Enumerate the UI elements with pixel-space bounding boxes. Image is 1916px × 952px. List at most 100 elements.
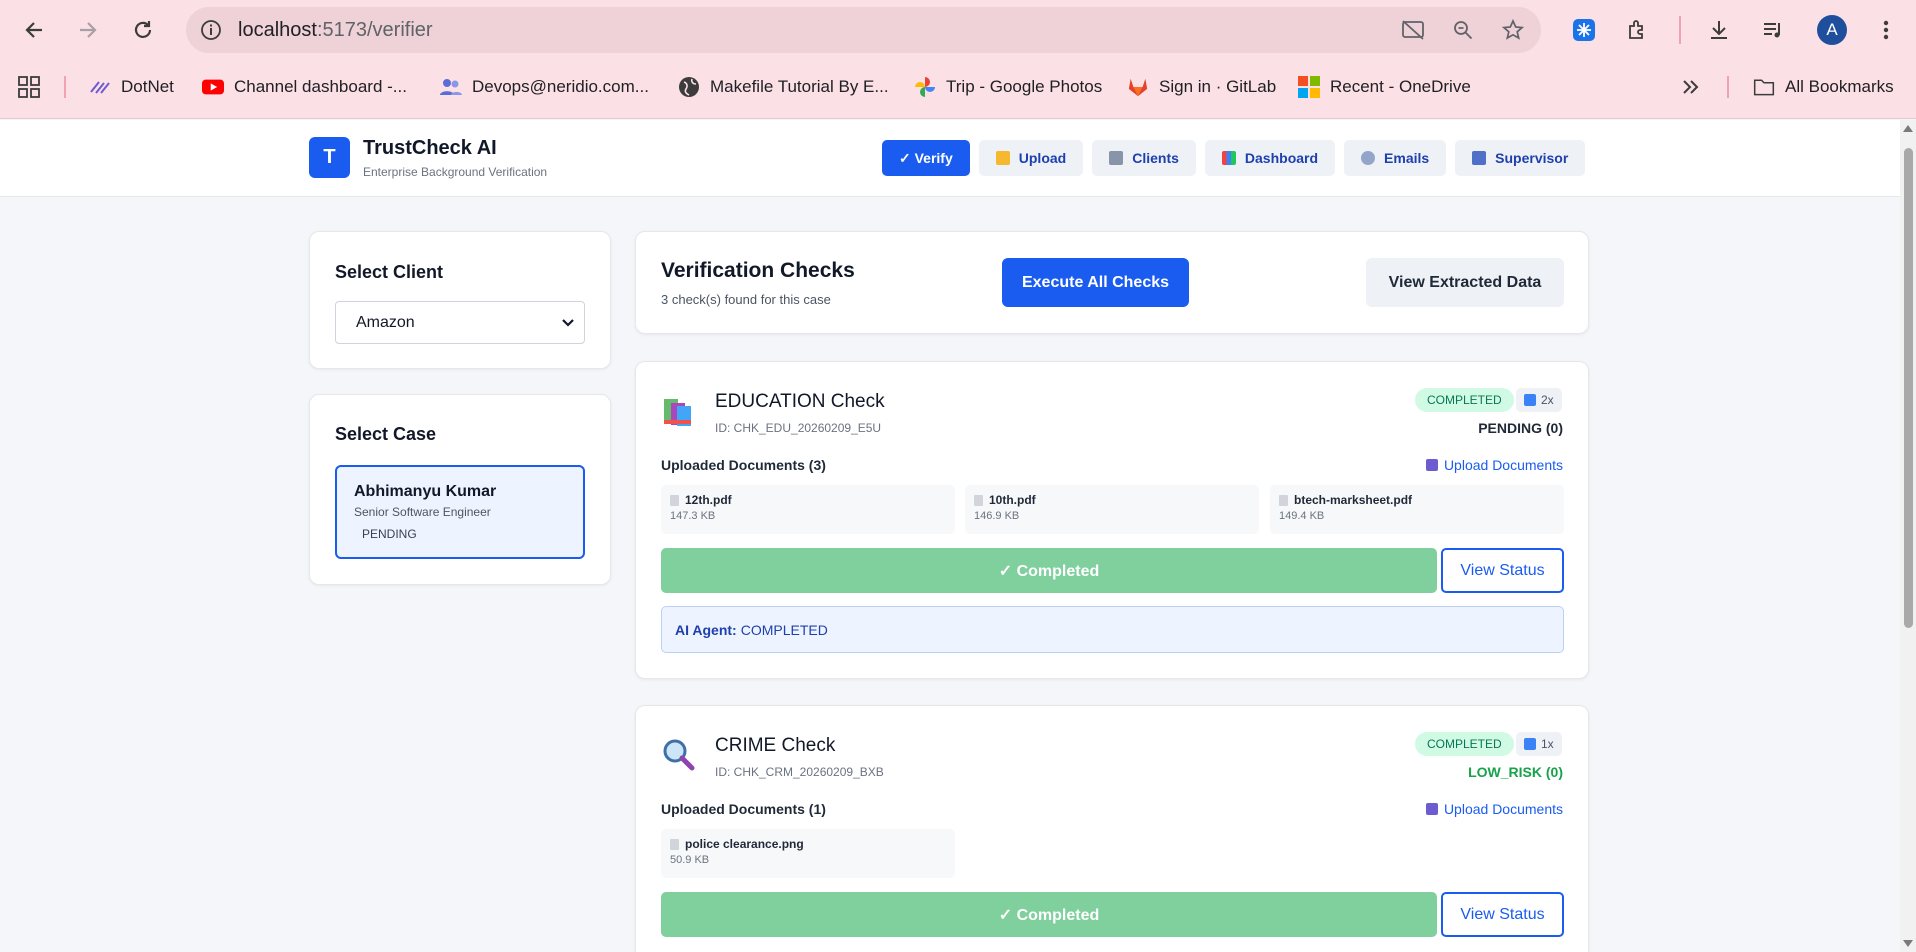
extensions-puzzle-icon[interactable]	[1620, 12, 1656, 48]
globe-icon	[678, 76, 700, 98]
zoom-icon[interactable]	[1449, 16, 1477, 44]
file-icon	[670, 838, 679, 850]
document-item[interactable]: btech-marksheet.pdf 149.4 KB	[1270, 485, 1564, 534]
main-nav: ✓ Verify Upload Clients Dashboard Emails…	[882, 140, 1586, 176]
attempts-badge: 1x	[1516, 732, 1562, 756]
upload-documents-link[interactable]: Upload Documents	[1425, 457, 1563, 473]
ai-agent-status: AI Agent: COMPLETED	[661, 606, 1564, 653]
supervisor-icon	[1472, 151, 1487, 165]
verification-checks-count: 3 check(s) found for this case	[661, 292, 831, 307]
nav-tab-dashboard[interactable]: Dashboard	[1204, 140, 1336, 176]
folder-icon	[995, 151, 1010, 165]
execute-all-checks-button[interactable]: Execute All Checks	[1002, 258, 1189, 307]
check-result: LOW_RISK (0)	[1468, 764, 1563, 780]
page-scrollbar[interactable]	[1900, 120, 1916, 952]
profile-avatar[interactable]: A	[1817, 15, 1847, 45]
bookmark-channel-dashboard[interactable]: Channel dashboard -...	[202, 68, 407, 106]
select-client-card: Select Client Amazon	[309, 231, 611, 369]
upload-documents-link[interactable]: Upload Documents	[1425, 801, 1563, 817]
scroll-down-arrow-icon[interactable]	[1903, 940, 1913, 947]
google-photos-icon	[914, 76, 936, 98]
select-case-card: Select Case Abhimanyu Kumar Senior Softw…	[309, 394, 611, 585]
apps-grid-icon[interactable]	[18, 68, 40, 106]
forward-button[interactable]	[70, 12, 106, 48]
media-control-icon[interactable]	[1755, 12, 1791, 48]
magnifying-glass-icon	[663, 739, 695, 771]
bar-chart-icon	[1221, 151, 1236, 165]
view-status-button[interactable]: View Status	[1441, 548, 1564, 593]
nav-tab-supervisor[interactable]: Supervisor	[1455, 140, 1586, 176]
check-result: PENDING (0)	[1478, 420, 1563, 436]
dotnet-icon	[89, 76, 111, 98]
education-check-card: EDUCATION Check ID: CHK_EDU_20260209_E5U…	[635, 361, 1589, 679]
nav-tab-verify[interactable]: ✓ Verify	[882, 140, 970, 176]
completed-button[interactable]: ✓ Completed	[661, 548, 1437, 593]
document-item[interactable]: police clearance.png 50.9 KB	[661, 829, 955, 878]
bookmarks-divider	[64, 76, 66, 98]
site-info-icon[interactable]	[198, 17, 224, 43]
bookmark-gitlab[interactable]: Sign in · GitLab	[1127, 68, 1276, 106]
check-id: ID: CHK_CRM_20260209_BXB	[715, 765, 884, 779]
case-name: Abhimanyu Kumar	[354, 483, 497, 500]
gitlab-icon	[1127, 76, 1149, 98]
downloads-icon[interactable]	[1701, 12, 1737, 48]
onedrive-icon	[1298, 76, 1320, 98]
cast-blocked-icon[interactable]	[1399, 16, 1427, 44]
bookmark-makefile-tutorial[interactable]: Makefile Tutorial By E...	[678, 68, 889, 106]
bookmarks-divider	[1727, 76, 1729, 98]
scroll-up-arrow-icon[interactable]	[1903, 125, 1913, 132]
case-status: PENDING	[362, 527, 417, 541]
bookmark-devops[interactable]: Devops@neridio.com...	[440, 68, 649, 106]
bookmark-onedrive[interactable]: Recent - OneDrive	[1298, 68, 1471, 106]
check-title: CRIME Check	[715, 735, 836, 756]
app-subtitle: Enterprise Background Verification	[363, 165, 548, 179]
address-bar[interactable]: localhost:5173/verifier	[186, 7, 1541, 53]
app-header: T TrustCheck AI Enterprise Background Ve…	[0, 120, 1900, 197]
toolbar-divider	[1679, 16, 1681, 44]
uploaded-documents-label: Uploaded Documents (1)	[661, 801, 826, 817]
url-text[interactable]: localhost:5173/verifier	[238, 19, 433, 42]
status-badge: COMPLETED	[1415, 732, 1514, 756]
building-icon	[1109, 151, 1124, 165]
attempts-badge: 2x	[1516, 388, 1562, 412]
app-logo: T	[309, 137, 350, 178]
back-arrow-icon	[25, 22, 42, 38]
view-status-button[interactable]: View Status	[1441, 892, 1564, 937]
browser-chrome: localhost:5173/verifier A DotNet Channel…	[0, 0, 1916, 119]
nav-tab-clients[interactable]: Clients	[1092, 140, 1196, 176]
scroll-thumb[interactable]	[1904, 148, 1913, 628]
view-extracted-data-button[interactable]: View Extracted Data	[1366, 258, 1564, 307]
file-icon	[974, 494, 983, 506]
client-select[interactable]: Amazon	[335, 301, 585, 344]
document-item[interactable]: 10th.pdf 146.9 KB	[965, 485, 1259, 534]
bookmark-google-photos[interactable]: Trip - Google Photos	[914, 68, 1102, 106]
more-bookmarks-chevron-icon[interactable]	[1682, 68, 1700, 106]
nav-tab-upload[interactable]: Upload	[978, 140, 1084, 176]
reload-button[interactable]	[125, 12, 161, 48]
refresh-icon	[1524, 738, 1536, 750]
bookmarks-bar: DotNet Channel dashboard -... Devops@ner…	[0, 68, 1916, 106]
select-client-heading: Select Client	[335, 262, 444, 282]
upload-icon	[1425, 803, 1438, 815]
select-case-heading: Select Case	[335, 424, 437, 444]
document-item[interactable]: 12th.pdf 147.3 KB	[661, 485, 955, 534]
nav-tab-emails[interactable]: Emails	[1344, 140, 1447, 176]
people-icon	[440, 76, 462, 98]
completed-button[interactable]: ✓ Completed	[661, 892, 1437, 937]
extension-snowflake-icon[interactable]	[1566, 12, 1602, 48]
back-button[interactable]	[16, 12, 52, 48]
refresh-icon	[1524, 394, 1536, 406]
status-badge: COMPLETED	[1415, 388, 1514, 412]
all-bookmarks-button[interactable]: All Bookmarks	[1753, 68, 1894, 106]
verification-checks-title: Verification Checks	[661, 259, 855, 282]
file-icon	[670, 494, 679, 506]
bookmark-dotnet[interactable]: DotNet	[89, 68, 174, 106]
app-title: TrustCheck AI	[363, 137, 497, 159]
browser-menu-icon[interactable]	[1868, 12, 1904, 48]
email-icon	[1361, 151, 1376, 165]
check-title: EDUCATION Check	[715, 391, 885, 412]
upload-icon	[1425, 459, 1438, 471]
case-list-item[interactable]: Abhimanyu Kumar Senior Software Engineer…	[335, 465, 585, 559]
bookmark-star-icon[interactable]	[1499, 16, 1527, 44]
chevron-down-icon	[562, 319, 574, 327]
